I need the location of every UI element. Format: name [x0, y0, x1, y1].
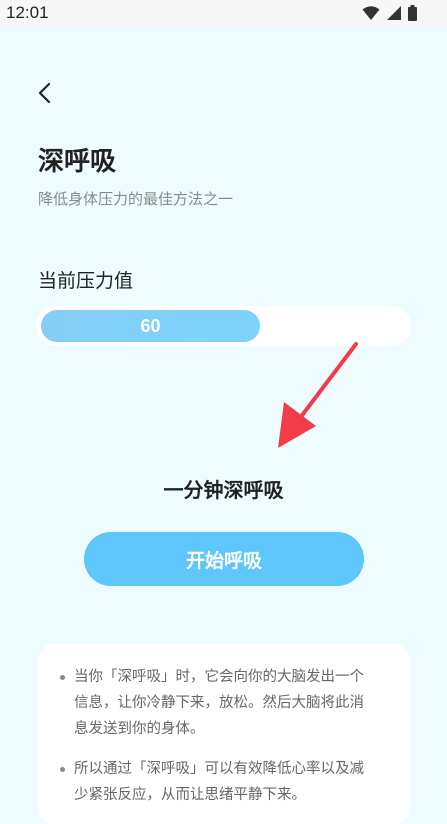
- battery-icon: [408, 5, 417, 21]
- back-button[interactable]: [30, 78, 60, 108]
- stress-label: 当前压力值: [38, 270, 134, 292]
- status-icons: [362, 5, 417, 21]
- wifi-icon: [362, 6, 380, 20]
- stress-progress-fill: 60: [41, 310, 260, 342]
- bullet-dot: [60, 767, 65, 772]
- info-card: 当你「深呼吸」时，它会向你的大脑发出一个信息，让你冷静下来，放松。然后大脑将此消…: [38, 644, 410, 824]
- info-text: 当你「深呼吸」时，它会向你的大脑发出一个信息，让你冷静下来，放松。然后大脑将此消…: [74, 669, 364, 737]
- stress-value: 60: [140, 315, 161, 336]
- info-text: 所以通过「深呼吸」可以有效降低心率以及减少紧张反应，从而让思绪平静下来。: [74, 761, 364, 803]
- start-breathing-button[interactable]: 开始呼吸: [84, 532, 364, 586]
- status-bar: 12:01: [0, 0, 447, 28]
- breathing-title: 一分钟深呼吸: [163, 478, 284, 502]
- page-title: 深呼吸: [38, 147, 117, 177]
- info-item: 所以通过「深呼吸」可以有效降低心率以及减少紧张反应，从而让思绪平静下来。: [60, 756, 364, 808]
- signal-icon: [387, 6, 401, 20]
- status-time: 12:01: [6, 3, 49, 22]
- page-subtitle: 降低身体压力的最佳方法之一: [38, 190, 234, 208]
- chevron-left-icon: [38, 82, 51, 104]
- info-item: 当你「深呼吸」时，它会向你的大脑发出一个信息，让你冷静下来，放松。然后大脑将此消…: [60, 664, 364, 742]
- arrow-annotation-icon: [278, 342, 358, 448]
- bullet-dot: [60, 675, 65, 680]
